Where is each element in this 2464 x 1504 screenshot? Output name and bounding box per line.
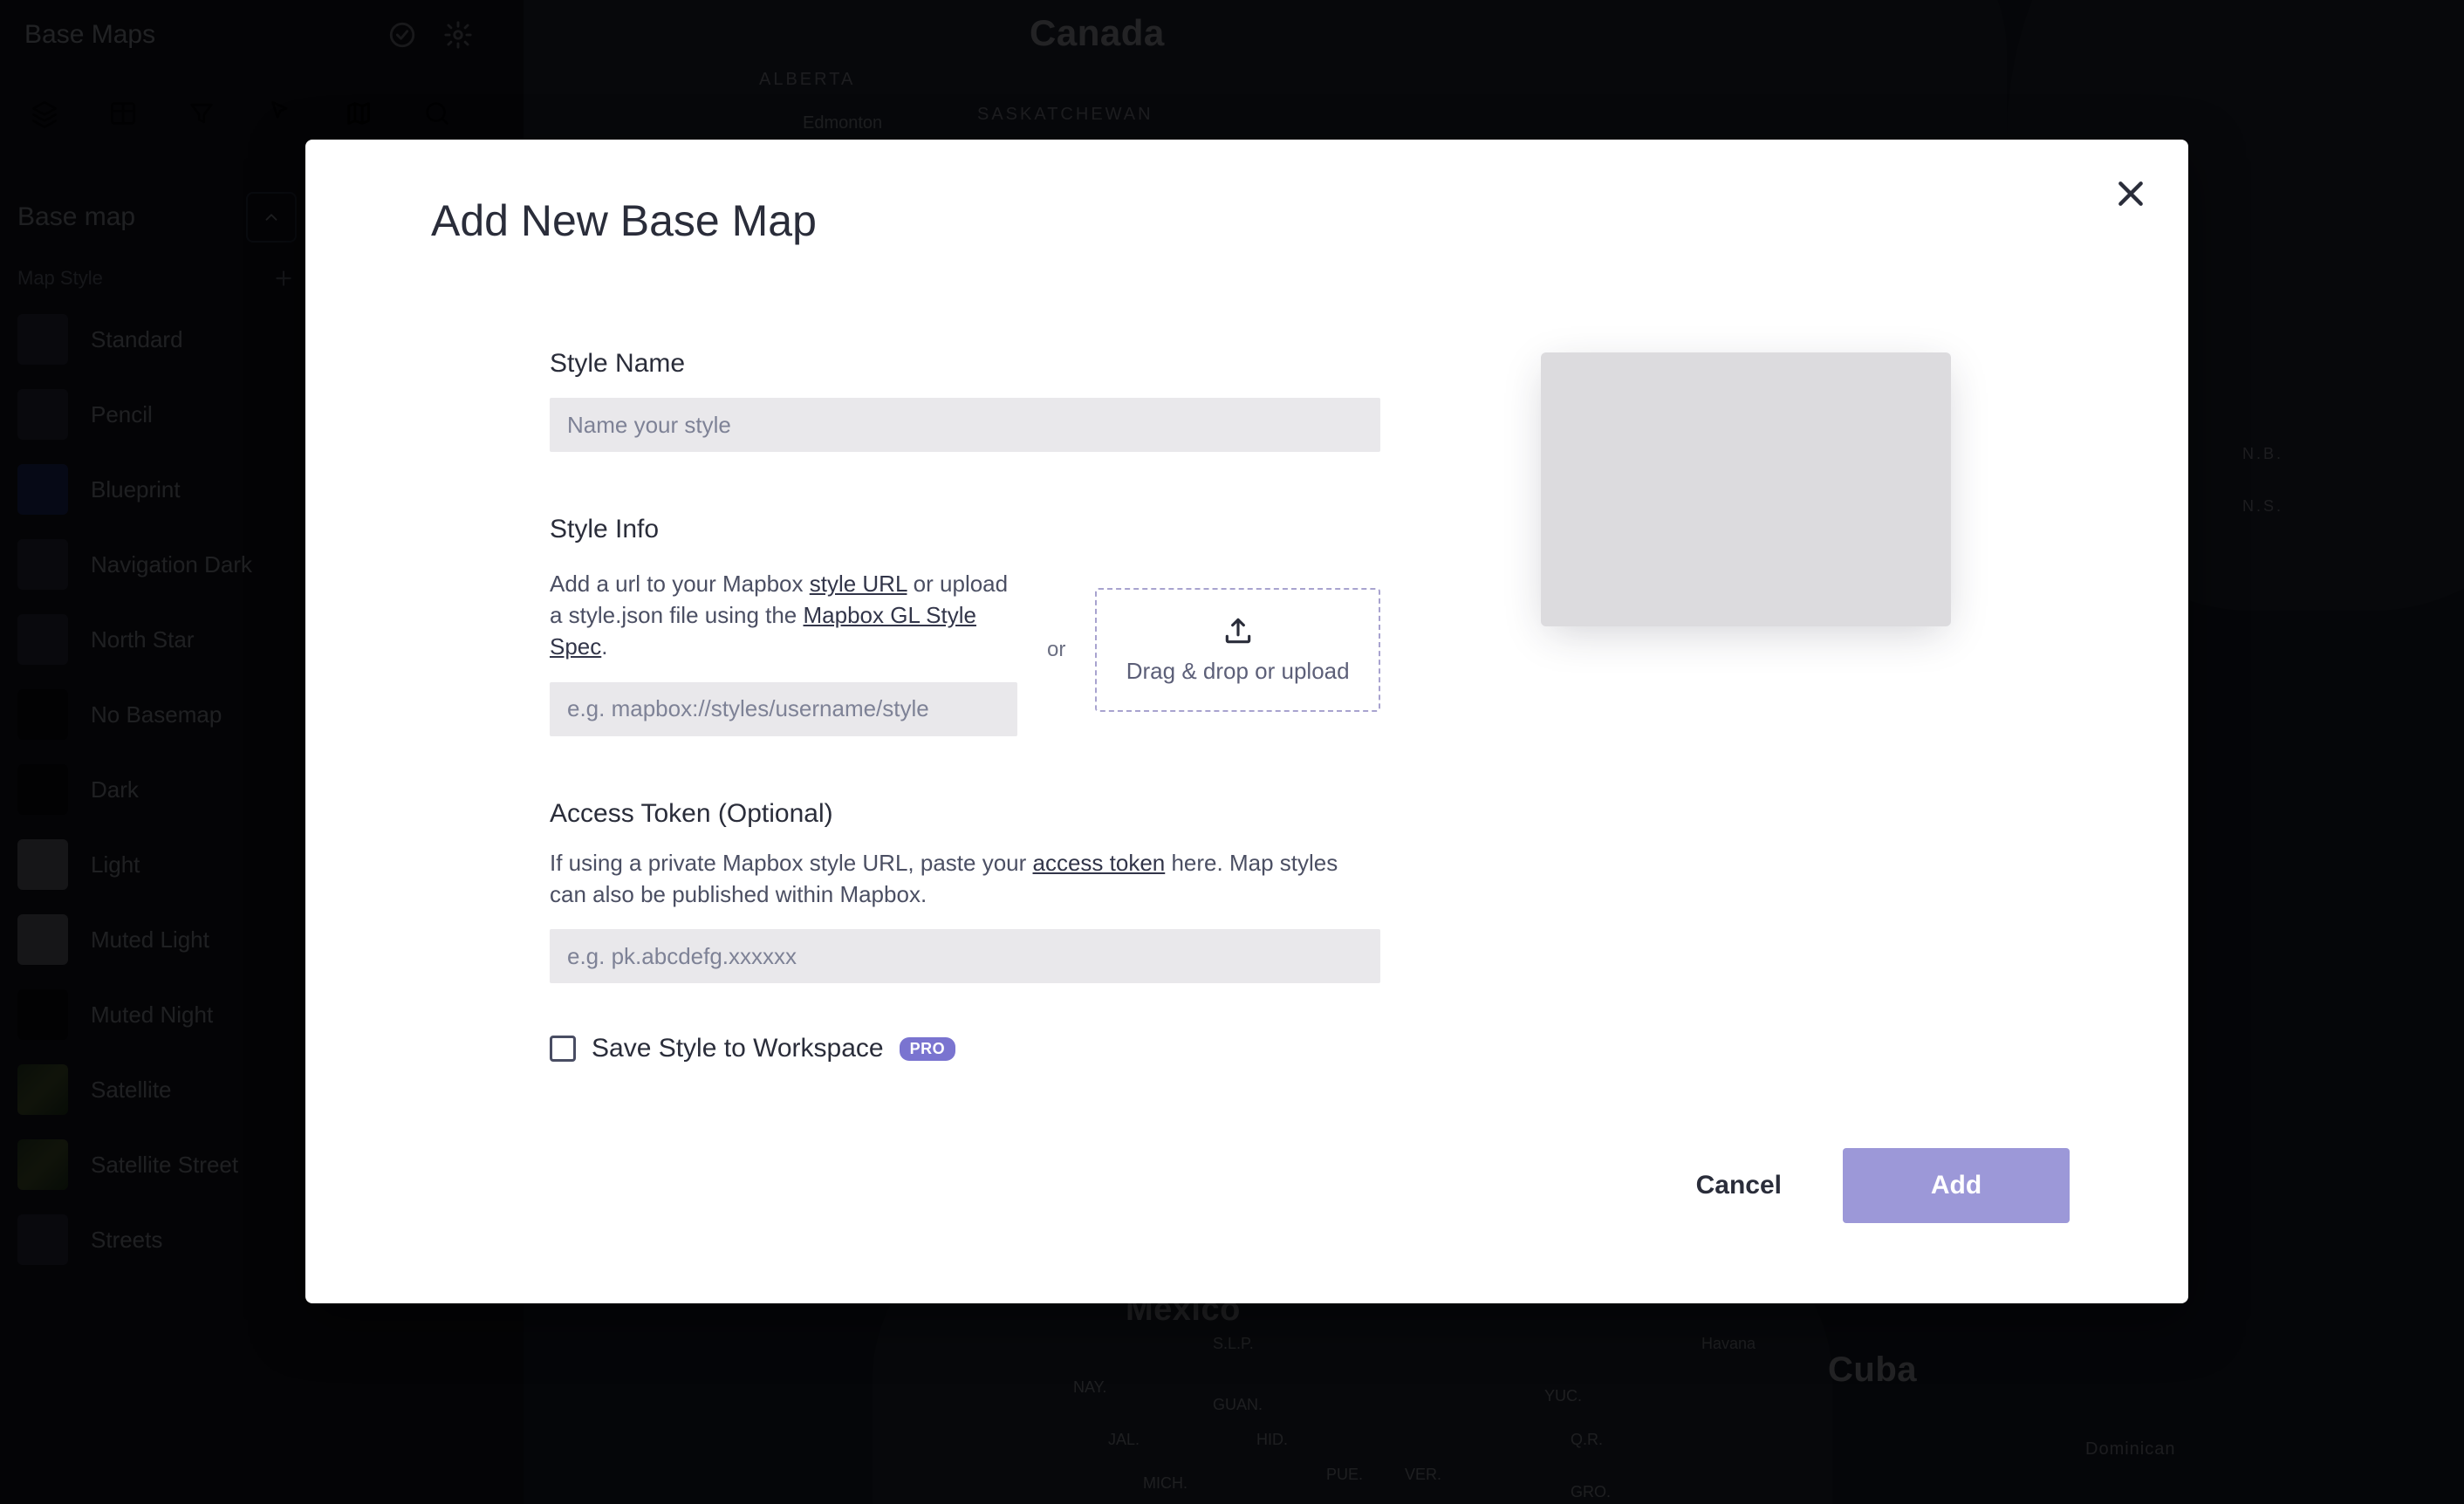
add-base-map-modal: Add New Base Map Style Name Style Info A… bbox=[305, 140, 2188, 1303]
upload-icon bbox=[1222, 614, 1255, 647]
upload-dropzone[interactable]: Drag & drop or upload bbox=[1095, 588, 1380, 712]
close-icon bbox=[2113, 176, 2148, 211]
style-name-label: Style Name bbox=[550, 349, 1380, 379]
access-token-label: Access Token (Optional) bbox=[550, 799, 1380, 829]
pro-badge: PRO bbox=[900, 1037, 956, 1061]
close-button[interactable] bbox=[2113, 176, 2148, 211]
style-info-description: Add a url to your Mapbox style URL or up… bbox=[550, 569, 1017, 663]
dropzone-label: Drag & drop or upload bbox=[1126, 658, 1350, 685]
save-to-workspace-label: Save Style to Workspace bbox=[592, 1034, 884, 1063]
access-token-description: If using a private Mapbox style URL, pas… bbox=[550, 848, 1361, 911]
or-separator: or bbox=[1044, 638, 1069, 662]
style-url-input[interactable] bbox=[550, 682, 1017, 736]
modal-title: Add New Base Map bbox=[431, 195, 817, 246]
style-url-link[interactable]: style URL bbox=[810, 571, 907, 597]
cancel-button[interactable]: Cancel bbox=[1696, 1171, 1782, 1200]
access-token-link[interactable]: access token bbox=[1033, 850, 1166, 876]
style-info-label: Style Info bbox=[550, 515, 1380, 544]
style-preview bbox=[1541, 352, 1951, 626]
access-token-input[interactable] bbox=[550, 929, 1380, 983]
style-name-input[interactable] bbox=[550, 398, 1380, 452]
save-to-workspace-checkbox[interactable] bbox=[550, 1036, 576, 1062]
add-button[interactable]: Add bbox=[1843, 1148, 2070, 1223]
